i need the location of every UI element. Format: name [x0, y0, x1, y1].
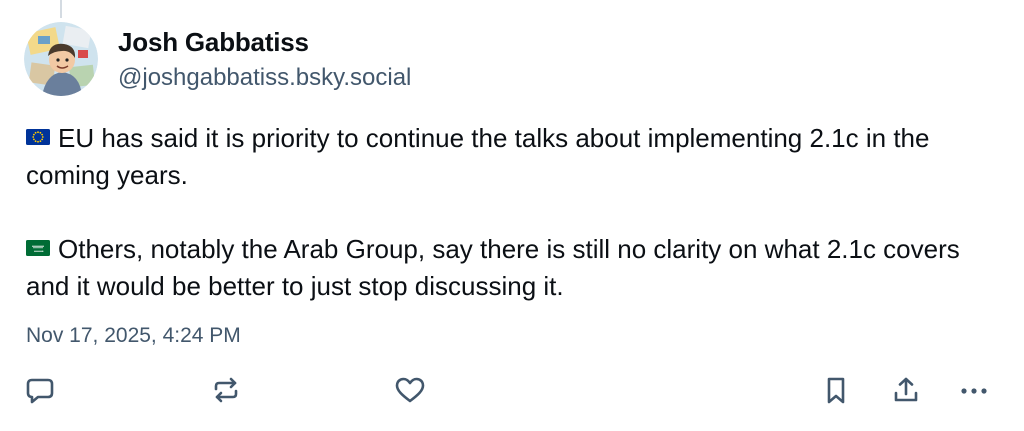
reply-button[interactable] [24, 374, 56, 406]
eu-flag-icon [26, 129, 50, 145]
more-options-button[interactable] [958, 374, 990, 406]
heart-icon [395, 377, 425, 403]
share-button[interactable] [890, 374, 922, 406]
post-paragraph-text: EU has said it is priority to continue t… [26, 123, 937, 190]
share-icon [894, 377, 918, 402]
post-text: EU has said it is priority to continue t… [26, 120, 1006, 305]
saudi-arabia-flag-icon [26, 240, 50, 256]
repost-button[interactable] [210, 374, 242, 406]
repost-arrows-icon [214, 377, 238, 403]
comment-bubble-icon [26, 378, 54, 404]
avatar[interactable] [24, 22, 98, 96]
ellipsis-icon [961, 388, 987, 394]
author-display-name[interactable]: Josh Gabbatiss [118, 26, 411, 58]
post-timestamp[interactable]: Nov 17, 2025, 4:24 PM [26, 322, 241, 350]
author-block: Josh Gabbatiss @joshgabbatiss.bsky.socia… [118, 26, 411, 93]
bookmark-button[interactable] [820, 374, 852, 406]
post-paragraph: EU has said it is priority to continue t… [26, 120, 1006, 194]
bookmark-icon [827, 377, 845, 404]
thread-line [60, 0, 62, 18]
like-button[interactable] [394, 374, 426, 406]
post-paragraph-text: Others, notably the Arab Group, say ther… [26, 234, 967, 301]
author-handle[interactable]: @joshgabbatiss.bsky.social [118, 63, 411, 93]
post-paragraph: Others, notably the Arab Group, say ther… [26, 231, 1006, 305]
